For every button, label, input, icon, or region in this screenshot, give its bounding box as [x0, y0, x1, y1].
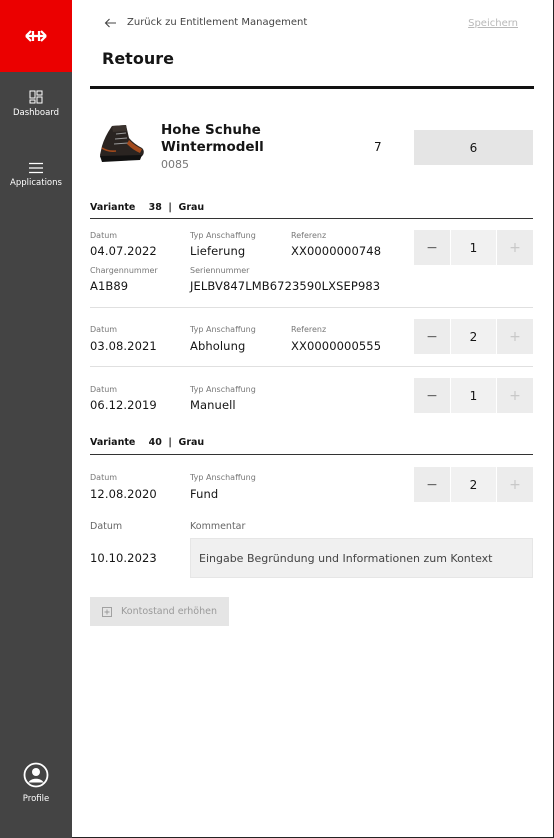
- back-link-label: Zurück zu Entitlement Management: [127, 17, 308, 28]
- shoe-image: [100, 125, 144, 162]
- serie-label: Seriennummer: [190, 266, 250, 275]
- typ-label: Typ Anschaffung: [190, 473, 256, 482]
- datum-label: Datum: [90, 473, 118, 482]
- decrement-button[interactable]: −: [414, 319, 450, 354]
- quantity-stepper: − 1 +: [414, 230, 533, 265]
- referenz-label: Referenz: [291, 325, 327, 334]
- sidebar-item-profile[interactable]: Profile: [0, 762, 72, 804]
- decrement-button[interactable]: −: [414, 467, 450, 502]
- variant-size: 40: [148, 437, 162, 448]
- variant-label: Variante: [90, 202, 136, 213]
- page-title: Retoure: [102, 49, 174, 68]
- sidebar-item-applications[interactable]: Applications: [0, 162, 72, 188]
- increase-balance-label: Kontostand erhöhen: [121, 606, 217, 617]
- increment-button[interactable]: +: [497, 378, 533, 413]
- typ-value: Lieferung: [190, 244, 246, 258]
- quantity-stepper: − 1 +: [414, 378, 533, 413]
- quantity-stepper: − 2 +: [414, 319, 533, 354]
- arrow-left-icon: [104, 18, 116, 27]
- quantity-value[interactable]: 2: [451, 467, 496, 502]
- variant-header: Variante 40 | Grau: [90, 437, 205, 448]
- comment-input[interactable]: Eingabe Begründung und Informationen zum…: [190, 538, 533, 578]
- decrement-button[interactable]: −: [414, 378, 450, 413]
- save-button[interactable]: Speichern: [468, 18, 518, 29]
- main-content: Zurück zu Entitlement Management Speiche…: [72, 0, 554, 838]
- serie-value: JELBV847LMB6723590LXSEP983: [190, 279, 381, 293]
- typ-label: Typ Anschaffung: [190, 325, 256, 334]
- row-divider: [90, 307, 533, 308]
- sbb-logo[interactable]: [0, 0, 72, 72]
- quantity-stepper: − 2 +: [414, 467, 533, 502]
- quantity-value[interactable]: 2: [451, 319, 496, 354]
- dashboard-icon: [29, 90, 43, 104]
- increment-button[interactable]: +: [497, 467, 533, 502]
- charge-value: A1B89: [90, 279, 129, 293]
- variant-label: Variante: [90, 437, 136, 448]
- increment-button[interactable]: +: [497, 319, 533, 354]
- typ-value: Abholung: [190, 339, 246, 353]
- datum-value: 03.08.2021: [90, 339, 157, 353]
- variant-color: Grau: [178, 202, 205, 213]
- datum-label: Datum: [90, 231, 118, 240]
- referenz-label: Referenz: [291, 231, 327, 240]
- increase-balance-button[interactable]: Kontostand erhöhen: [90, 597, 229, 626]
- typ-value: Manuell: [190, 398, 236, 412]
- datum-label: Datum: [90, 521, 123, 532]
- quantity-value[interactable]: 1: [451, 378, 496, 413]
- variant-header: Variante 38 | Grau: [90, 202, 205, 213]
- sidebar-item-dashboard[interactable]: Dashboard: [0, 90, 72, 118]
- menu-icon: [29, 162, 43, 174]
- variant-divider: [90, 454, 533, 455]
- kommentar-label: Kommentar: [190, 521, 246, 532]
- datum-label: Datum: [90, 325, 118, 334]
- typ-value: Fund: [190, 487, 219, 501]
- title-divider: [90, 86, 534, 89]
- referenz-value: XX0000000555: [291, 339, 382, 353]
- profile-icon: [23, 762, 49, 788]
- increment-button[interactable]: +: [497, 230, 533, 265]
- datum-value: 06.12.2019: [90, 398, 157, 412]
- stock-count: 7: [374, 140, 382, 154]
- sidebar: Dashboard Applications Profile: [0, 0, 72, 838]
- referenz-value: XX0000000748: [291, 244, 382, 258]
- datum-value: 04.07.2022: [90, 244, 157, 258]
- typ-label: Typ Anschaffung: [190, 231, 256, 240]
- return-total-field[interactable]: 6: [414, 130, 533, 165]
- sbb-logo-icon: [25, 30, 47, 42]
- row-divider: [90, 366, 533, 367]
- typ-label: Typ Anschaffung: [190, 385, 256, 394]
- charge-label: Chargennummer: [90, 266, 158, 275]
- decrement-button[interactable]: −: [414, 230, 450, 265]
- product-code: 0085: [161, 158, 189, 171]
- variant-color: Grau: [178, 437, 205, 448]
- datum-label: Datum: [90, 385, 118, 394]
- sidebar-item-label: Applications: [10, 178, 62, 188]
- plus-square-icon: [102, 606, 112, 617]
- back-link[interactable]: Zurück zu Entitlement Management: [104, 17, 307, 28]
- comment-date: 10.10.2023: [90, 551, 157, 565]
- datum-value: 12.08.2020: [90, 487, 157, 501]
- quantity-value[interactable]: 1: [451, 230, 496, 265]
- sidebar-item-label: Dashboard: [12, 108, 60, 118]
- sidebar-item-label: Profile: [22, 794, 50, 804]
- variant-size: 38: [148, 202, 162, 213]
- product-name: Hohe Schuhe Wintermodell: [161, 122, 264, 155]
- variant-divider: [90, 218, 533, 219]
